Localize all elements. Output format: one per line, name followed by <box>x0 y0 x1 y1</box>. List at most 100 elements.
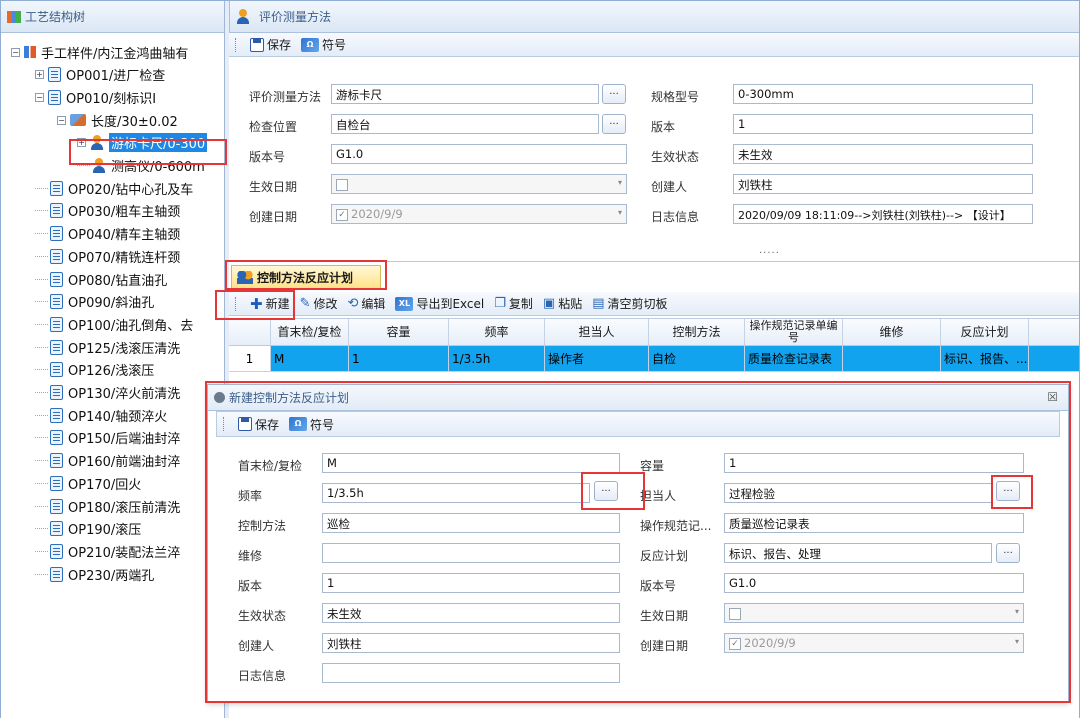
dlg-version-no-input[interactable]: G1.0 <box>724 573 1024 593</box>
tree-item[interactable]: OP160/前端油封淬 <box>35 450 180 472</box>
tree-item[interactable]: + OP001/进厂检查 <box>35 64 165 86</box>
expand-icon[interactable]: + <box>35 70 44 80</box>
table-cell[interactable]: M <box>271 346 349 371</box>
column-header[interactable]: 担当人 <box>545 319 649 345</box>
control-tab[interactable]: 控制方法反应计划 <box>231 265 381 289</box>
table-cell[interactable]: 1/3.5h <box>449 346 545 371</box>
eval-save-button[interactable]: 保存 <box>250 36 291 53</box>
dlg-capacity-label: 容量 <box>640 459 665 473</box>
dialog-symbol-button[interactable]: Ω 符号 <box>289 416 334 433</box>
eval-symbol-button[interactable]: Ω 符号 <box>301 36 346 53</box>
tree-item[interactable]: OP190/滚压 <box>35 518 141 540</box>
eval-create-date-combo[interactable]: ✓ 2020/9/9 ▾ <box>331 204 627 224</box>
dlg-status-input[interactable]: 未生效 <box>322 603 620 623</box>
collapse-icon[interactable]: − <box>11 47 20 57</box>
tree-connector <box>35 460 48 462</box>
column-header[interactable]: 容量 <box>349 319 449 345</box>
tree-item[interactable]: OP180/滚压前清洗 <box>35 495 180 517</box>
tree-item[interactable]: 测高仪/0-600m <box>77 155 205 177</box>
eval-method-input[interactable]: 游标卡尺 <box>331 84 599 104</box>
eval-creator-input[interactable]: 刘铁柱 <box>733 174 1033 194</box>
dlg-creator-input[interactable]: 刘铁柱 <box>322 633 620 653</box>
dlg-reaction-input[interactable]: 标识、报告、处理 <box>724 543 992 563</box>
eval-status-input[interactable]: 未生效 <box>733 144 1033 164</box>
export-excel-button[interactable]: XL 导出到Excel <box>395 295 484 312</box>
dlg-version-input[interactable]: 1 <box>322 573 620 593</box>
splitter-grip[interactable]: ..... <box>759 245 780 256</box>
tree-root[interactable]: − 手工样件/内江金鸿曲轴有 <box>11 41 188 63</box>
dlg-freq-input[interactable]: 1/3.5h <box>322 483 590 503</box>
copy-button[interactable]: ❐ 复制 <box>494 295 533 312</box>
spec-input[interactable]: 0-300mm <box>733 84 1033 104</box>
eval-create-date-checkbox[interactable]: ✓ <box>336 208 348 221</box>
tree-item[interactable]: OP150/后端油封淬 <box>35 427 180 449</box>
dlg-inspect-input[interactable]: M <box>322 453 620 473</box>
process-tree[interactable]: − 手工样件/内江金鸿曲轴有 + OP001/进厂检查 − OP010/刻标识Ⅰ − 长度/3… <box>1 39 223 709</box>
column-header[interactable]: 控制方法 <box>649 319 745 345</box>
dlg-record-input[interactable]: 质量巡检记录表 <box>724 513 1024 533</box>
tree-item-label: OP090/斜油孔 <box>68 296 155 312</box>
column-header[interactable]: 维修 <box>843 319 941 345</box>
table-row[interactable]: 1 M 1 1/3.5h 操作者 自检 质量检查记录表 标识、报告、... <box>229 346 1079 372</box>
tree-item-label: OP230/两端孔 <box>68 568 155 584</box>
eval-log-input[interactable]: 2020/09/09 18:11:09-->刘铁柱(刘铁柱)--> 【设计】 <box>733 204 1033 224</box>
table-cell[interactable]: 1 <box>349 346 449 371</box>
tree-item[interactable]: OP126/浅滚压 <box>35 359 154 381</box>
eval-eff-date-combo[interactable]: ▾ <box>331 174 627 194</box>
expand-icon[interactable]: + <box>77 138 86 148</box>
location-browse-button[interactable]: ... <box>602 114 626 134</box>
tree-item[interactable]: OP080/钻直油孔 <box>35 268 167 290</box>
eval-eff-date-checkbox[interactable] <box>336 178 348 191</box>
dlg-create-date-combo[interactable]: ✓ 2020/9/9 ▾ <box>724 633 1024 653</box>
tree-item-selected[interactable]: + 游标卡尺/0-300 <box>77 132 208 154</box>
dlg-eff-date-checkbox[interactable] <box>729 607 741 620</box>
eval-method-browse-button[interactable]: ... <box>602 84 626 104</box>
tree-item[interactable]: OP130/淬火前清洗 <box>35 382 180 404</box>
dlg-log-input[interactable] <box>322 663 620 683</box>
tree-item[interactable]: OP090/斜油孔 <box>35 291 154 313</box>
dlg-freq-browse-button[interactable]: ... <box>594 481 618 501</box>
column-header[interactable]: 操作规范记录单编号 <box>745 319 843 345</box>
collapse-icon[interactable]: − <box>57 115 66 125</box>
paste-button[interactable]: ▣ 粘贴 <box>543 295 582 312</box>
dlg-reaction-browse-button[interactable]: ... <box>996 543 1020 563</box>
collapse-icon[interactable]: − <box>35 92 44 102</box>
column-header[interactable]: 反应计划 <box>941 319 1029 345</box>
table-cell[interactable]: 标识、报告、... <box>941 346 1029 371</box>
location-input[interactable]: 自检台 <box>331 114 599 134</box>
tree-item[interactable]: OP030/粗车主轴颈 <box>35 200 180 222</box>
dlg-ctrl-input[interactable]: 巡检 <box>322 513 620 533</box>
tree-item[interactable]: − OP010/刻标识Ⅰ <box>35 86 156 108</box>
tree-item[interactable]: OP230/两端孔 <box>35 563 154 585</box>
document-icon <box>50 543 63 559</box>
dialog-save-button[interactable]: 保存 <box>238 416 279 433</box>
clear-clipboard-button[interactable]: ▤ 清空剪切板 <box>592 295 667 312</box>
tree-item[interactable]: − 长度/30±0.02 <box>57 109 178 131</box>
eval-version-no-input[interactable]: G1.0 <box>331 144 627 164</box>
tree-item[interactable]: OP100/油孔倒角、去 <box>35 313 193 335</box>
tree-item[interactable]: OP070/精铣连杆颈 <box>35 245 180 267</box>
dlg-eff-date-combo[interactable]: ▾ <box>724 603 1024 623</box>
modify-button[interactable]: ✎ 修改 <box>300 295 338 312</box>
tree-item[interactable]: OP125/浅滚压清洗 <box>35 336 180 358</box>
dlg-owner-input[interactable]: 过程检验 <box>724 483 992 503</box>
new-button[interactable]: ✚ 新建 <box>250 295 290 313</box>
table-cell[interactable]: 质量检查记录表 <box>745 346 843 371</box>
table-cell[interactable]: 自检 <box>649 346 745 371</box>
dialog-close-button[interactable]: ☒ <box>1047 390 1058 404</box>
dlg-create-date-checkbox[interactable]: ✓ <box>729 637 741 650</box>
tree-item[interactable]: OP170/回火 <box>35 472 141 494</box>
dlg-capacity-input[interactable]: 1 <box>724 453 1024 473</box>
column-header[interactable]: 首末检/复检 <box>271 319 349 345</box>
tree-item[interactable]: OP210/装配法兰淬 <box>35 540 180 562</box>
dlg-owner-browse-button[interactable]: ... <box>996 481 1020 501</box>
edit-button[interactable]: ⟲ 编辑 <box>348 295 386 312</box>
eval-version-input[interactable]: 1 <box>733 114 1033 134</box>
column-header[interactable]: 频率 <box>449 319 545 345</box>
tree-item[interactable]: OP020/钻中心孔及车 <box>35 177 193 199</box>
table-cell[interactable] <box>843 346 941 371</box>
dlg-repair-input[interactable] <box>322 543 620 563</box>
tree-item[interactable]: OP140/轴颈淬火 <box>35 404 167 426</box>
tree-item[interactable]: OP040/精车主轴颈 <box>35 223 180 245</box>
table-cell[interactable]: 操作者 <box>545 346 649 371</box>
